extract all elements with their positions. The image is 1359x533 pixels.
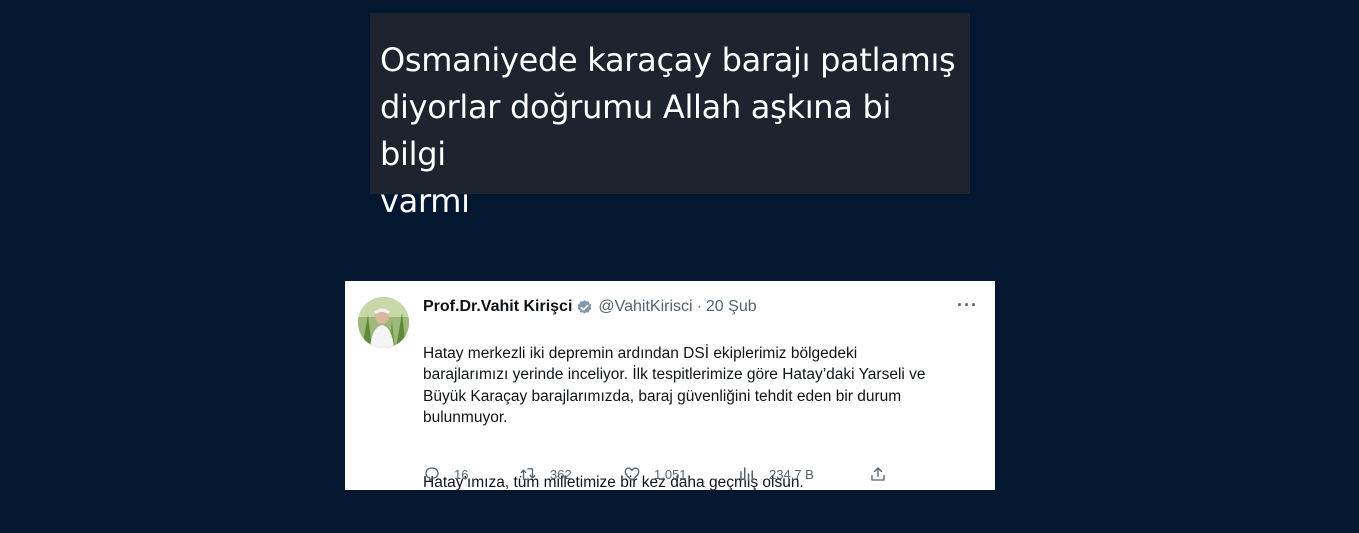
reply-button[interactable]: 16: [423, 465, 468, 483]
retweet-icon: [520, 468, 536, 480]
verified-badge-icon: [576, 299, 593, 316]
views-button[interactable]: 234,7 B: [738, 465, 814, 483]
views-icon: [740, 467, 753, 481]
quote-box: Osmaniyede karaçay barajı patlamış diyor…: [370, 13, 970, 220]
share-button[interactable]: [869, 465, 887, 483]
avatar-image: [358, 297, 409, 348]
quote-text: Osmaniyede karaçay barajı patlamış diyor…: [380, 41, 956, 220]
views-count: 234,7 B: [769, 466, 814, 482]
retweet-count: 362: [550, 466, 572, 482]
share-icon: [871, 467, 885, 481]
heart-icon: [624, 467, 640, 481]
more-options-icon[interactable]: ···: [957, 295, 978, 316]
author-handle[interactable]: @VahitKirisci: [598, 298, 692, 316]
reply-count: 16: [454, 466, 469, 482]
like-button[interactable]: 1.051: [623, 465, 687, 483]
tweet-date[interactable]: 20 Şub: [706, 298, 757, 316]
tweet-paragraph-1: Hatay merkezli iki depremin ardından DSİ…: [423, 344, 926, 427]
tweet-card[interactable]: Prof.Dr.Vahit Kirişci @VahitKirisci · 20…: [345, 281, 995, 491]
retweet-button[interactable]: 362: [519, 465, 572, 483]
tweet-actions: 16 362 1.051 234,7 B: [423, 465, 903, 485]
tweet-body: Hatay merkezli iki depremin ardından DSİ…: [423, 321, 963, 515]
avatar[interactable]: [358, 297, 409, 348]
tweet-header: Prof.Dr.Vahit Kirişci @VahitKirisci · 20…: [423, 298, 757, 316]
reply-icon: [425, 467, 439, 482]
author-name[interactable]: Prof.Dr.Vahit Kirişci: [423, 298, 572, 316]
header-separator: ·: [696, 298, 702, 315]
like-count: 1.051: [654, 466, 687, 482]
